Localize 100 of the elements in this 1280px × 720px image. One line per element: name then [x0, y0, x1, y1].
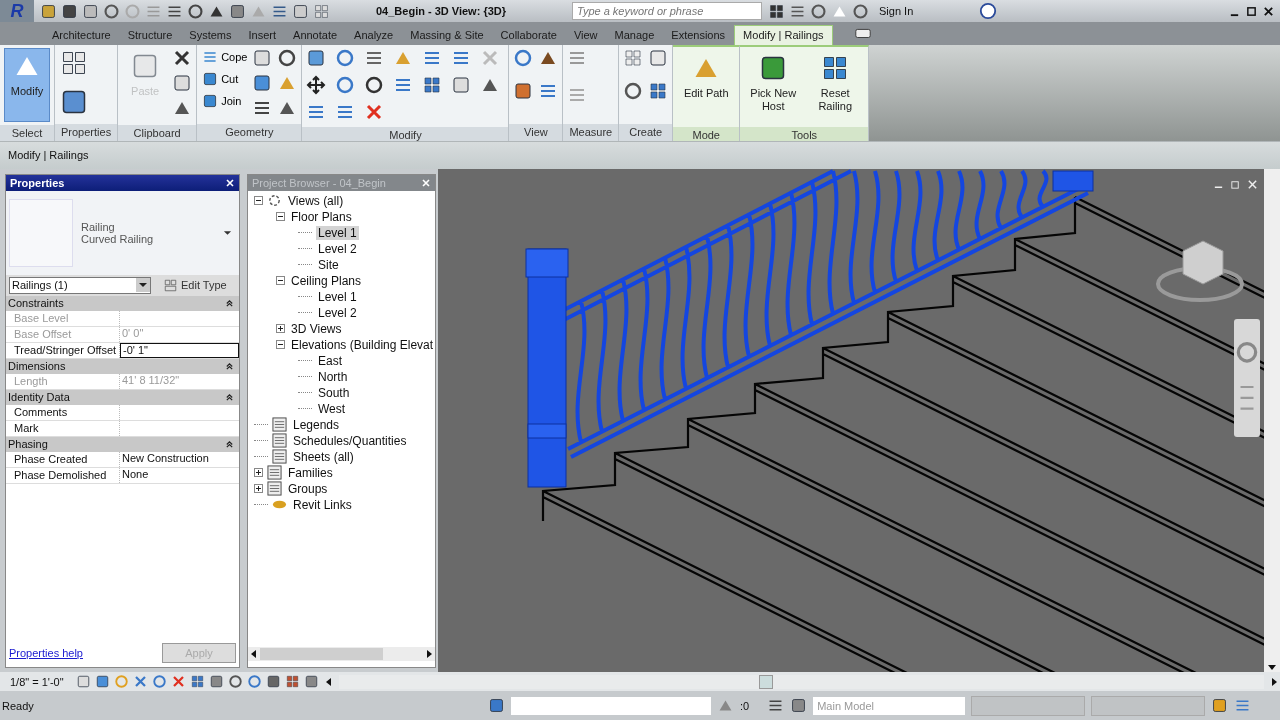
expander-icon[interactable]	[276, 212, 285, 222]
tree-item[interactable]: Level 2	[316, 241, 359, 256]
tree-item[interactable]: Legends	[291, 417, 342, 432]
ribbon-button[interactable]: Join	[201, 91, 249, 110]
tree-item[interactable]: North	[316, 369, 350, 384]
tree-item[interactable]: Floor Plans	[289, 209, 354, 224]
ribbon-button[interactable]: Modify	[4, 47, 50, 122]
tool-icon[interactable]	[202, 92, 219, 109]
ribbon-button[interactable]: Cope	[201, 47, 249, 66]
browser-title: Project Browser - 04_Begin	[252, 176, 386, 189]
type-selector[interactable]: Railing Curved Railing	[6, 190, 239, 275]
tree-item[interactable]: Sheets (all)	[291, 449, 356, 464]
schedule-icon	[272, 433, 287, 449]
ribbon-tab[interactable]: Architecture	[44, 25, 119, 45]
ribbon-tab[interactable]: Extensions	[663, 25, 734, 45]
group-heading: Dimensions	[8, 360, 66, 373]
collapse-icon[interactable]	[225, 361, 234, 371]
views-icon	[267, 193, 282, 209]
panel-title: Create	[619, 123, 673, 141]
ribbon-button[interactable]: Reset Railing	[806, 49, 865, 124]
collapse-icon[interactable]	[225, 298, 234, 308]
ribbon-tab[interactable]: View	[565, 25, 606, 45]
grid-icon[interactable]	[623, 47, 644, 68]
tree-item[interactable]: Schedules/Quantities	[291, 433, 409, 448]
panel-title: Geometry	[197, 123, 302, 141]
value-field[interactable]: -0' 1"	[120, 342, 239, 358]
expander-icon[interactable]	[254, 196, 263, 206]
instance-dropdown[interactable]: Railings (1)	[9, 276, 151, 294]
tree-item[interactable]: Level 1	[316, 289, 359, 304]
expander-icon[interactable]	[276, 276, 285, 286]
edit-type-button[interactable]: Edit Type	[157, 276, 233, 294]
collapse-icon[interactable]	[225, 392, 234, 402]
selection-count: :0	[740, 699, 750, 712]
close-icon[interactable]	[225, 177, 235, 188]
sheet-icon	[272, 449, 287, 465]
ribbon-tab[interactable]: Collaborate	[492, 25, 565, 45]
ribbon-tab[interactable]: Systems	[181, 25, 240, 45]
property-value: 0' 0"	[121, 326, 145, 341]
help-link[interactable]: Properties help	[9, 647, 83, 660]
tree-item[interactable]: Views (all)	[286, 193, 346, 208]
property-name: Phase Created	[6, 451, 120, 467]
tree-item[interactable]: Level 2	[316, 305, 359, 320]
ribbon-tab[interactable]: Manage	[606, 25, 663, 45]
type-name: Curved Railing	[81, 232, 155, 245]
tree-item[interactable]: Revit Links	[291, 497, 354, 512]
tile-icon[interactable]	[313, 2, 330, 20]
ribbon-tab[interactable]: Structure	[119, 25, 181, 45]
tree-item[interactable]: Groups	[286, 481, 330, 496]
ribbon-tab[interactable]: Modify | Railings	[734, 24, 833, 45]
panel-title: Properties	[55, 123, 118, 141]
tree-item[interactable]: Elevations (Building Elevat	[289, 337, 436, 352]
ribbon-tab[interactable]: Insert	[240, 25, 285, 45]
ribbon-tab[interactable]: Annotate	[285, 25, 346, 45]
3d-view-canvas[interactable]	[438, 168, 1280, 673]
expander-icon[interactable]	[276, 324, 285, 334]
ribbon-tab[interactable]: Massing & Site	[402, 25, 492, 45]
tree-item[interactable]: 3D Views	[289, 321, 344, 336]
close-icon[interactable]	[1263, 5, 1274, 17]
view-scale[interactable]: 1/8" = 1'-0"	[10, 675, 64, 688]
tool-icon[interactable]	[202, 70, 219, 87]
restore-icon[interactable]	[1230, 178, 1241, 190]
context-label: Modify | Railings	[8, 149, 89, 162]
expander-icon[interactable]	[254, 468, 263, 478]
box-icon[interactable]	[252, 72, 273, 93]
panel-title: View	[509, 123, 563, 141]
sign-in-link[interactable]: Sign In	[879, 5, 914, 17]
scrollbar-thumb[interactable]	[758, 674, 773, 689]
status-message: Ready	[1, 699, 35, 712]
tree-item[interactable]: Families	[286, 465, 335, 480]
tree-item[interactable]: Site	[316, 257, 341, 272]
frame-icon[interactable]	[75, 674, 91, 690]
palette-title: Properties	[10, 176, 65, 189]
tree-item[interactable]: Level 1	[316, 225, 359, 240]
ribbon-tab[interactable]: Analyze	[346, 25, 402, 45]
property-name: Phase Demolished	[6, 467, 120, 483]
edit-type-icon	[163, 277, 178, 293]
ribbon-button[interactable]: Cut	[201, 69, 249, 88]
ribbon-button[interactable]: Edit Path	[677, 49, 736, 124]
panel-title: Clipboard	[118, 124, 197, 142]
view-cube-icon[interactable]	[1156, 240, 1244, 302]
type-preview	[9, 198, 73, 267]
property-name: Base Level	[6, 310, 120, 326]
caret-icon[interactable]	[223, 229, 232, 236]
maximize-icon[interactable]	[1246, 5, 1257, 17]
search-field[interactable]: Type a keyword or phrase	[572, 2, 762, 20]
group-heading: Constraints	[8, 297, 64, 310]
expander-icon[interactable]	[254, 484, 263, 494]
help-icon[interactable]	[979, 2, 998, 20]
tree-item[interactable]: Ceiling Plans	[289, 273, 364, 288]
move-icon[interactable]	[306, 74, 327, 95]
ribbon-button[interactable]: Pick New Host	[744, 49, 803, 124]
window-title: 04_Begin - 3D View: {3D}	[376, 5, 507, 17]
expander-icon[interactable]	[276, 340, 285, 350]
tree-item[interactable]: West	[316, 401, 348, 416]
property-name: Tread/Stringer Offset	[6, 342, 120, 358]
railing-drawing[interactable]	[525, 168, 1094, 488]
collapse-icon[interactable]	[225, 439, 234, 449]
tree-item[interactable]: East	[316, 353, 344, 368]
scrollbar-thumb[interactable]	[260, 648, 383, 661]
tree-item[interactable]: South	[316, 385, 352, 400]
